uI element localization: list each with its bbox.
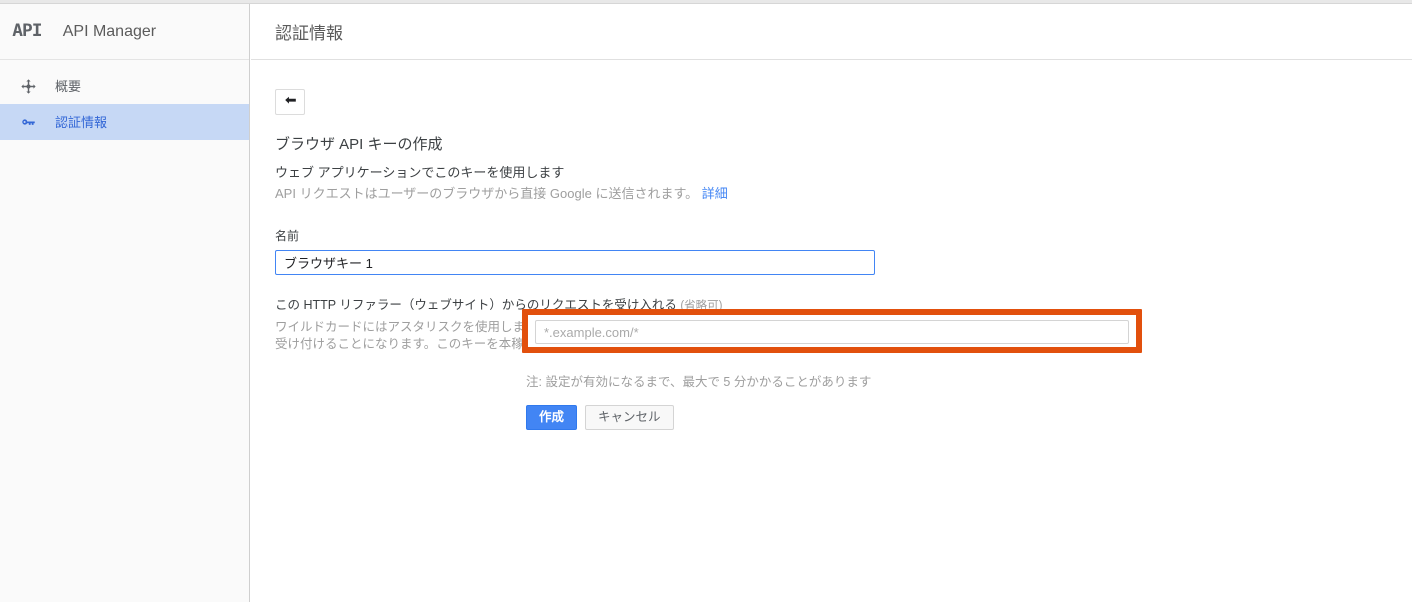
section-title: ブラウザ API キーの作成 — [275, 136, 443, 153]
propagation-note: 注: 設定が有効になるまで、最大で 5 分かかることがあります — [526, 375, 872, 389]
cancel-button[interactable]: キャンセル — [585, 405, 674, 430]
create-button[interactable]: 作成 — [526, 405, 578, 430]
sidebar-item-overview-label: 概要 — [55, 78, 82, 94]
referrer-input[interactable] — [535, 320, 1129, 344]
key-icon — [17, 111, 39, 133]
sidebar-item-overview[interactable]: 概要 — [0, 68, 249, 104]
name-input[interactable] — [275, 250, 875, 276]
learn-more-link[interactable]: 詳細 — [702, 186, 728, 201]
api-logo: API — [12, 21, 42, 41]
sidebar: API API Manager 概要 認証情報 — [0, 4, 250, 602]
name-field-label: 名前 — [275, 228, 300, 243]
main-header: 認証情報 — [251, 4, 1412, 60]
page-title: 認証情報 — [275, 24, 343, 43]
form-actions: 作成 キャンセル — [526, 405, 674, 430]
section-description-text: API リクエストはユーザーのブラウザから直接 Google に送信されます。 — [275, 186, 699, 202]
api-manager-page: API API Manager 概要 認証情報 認証情報 ブラウザ API キー… — [0, 0, 1412, 602]
section-subtitle: ウェブ アプリケーションでこのキーを使用します — [275, 164, 565, 180]
back-arrow-icon — [283, 93, 298, 111]
app-title: API Manager — [62, 22, 157, 40]
brand-header: API API Manager — [0, 4, 249, 60]
main-panel: 認証情報 ブラウザ API キーの作成 ウェブ アプリケーションでこのキーを使用… — [251, 4, 1412, 602]
sidebar-item-credentials[interactable]: 認証情報 — [0, 104, 249, 140]
dashboard-overview-icon — [17, 75, 39, 97]
sidebar-item-credentials-label: 認証情報 — [55, 114, 108, 130]
sidebar-nav: 概要 認証情報 — [0, 60, 249, 140]
back-button[interactable] — [275, 89, 305, 115]
section-description: API リクエストはユーザーのブラウザから直接 Google に送信されます。 … — [275, 185, 1412, 203]
